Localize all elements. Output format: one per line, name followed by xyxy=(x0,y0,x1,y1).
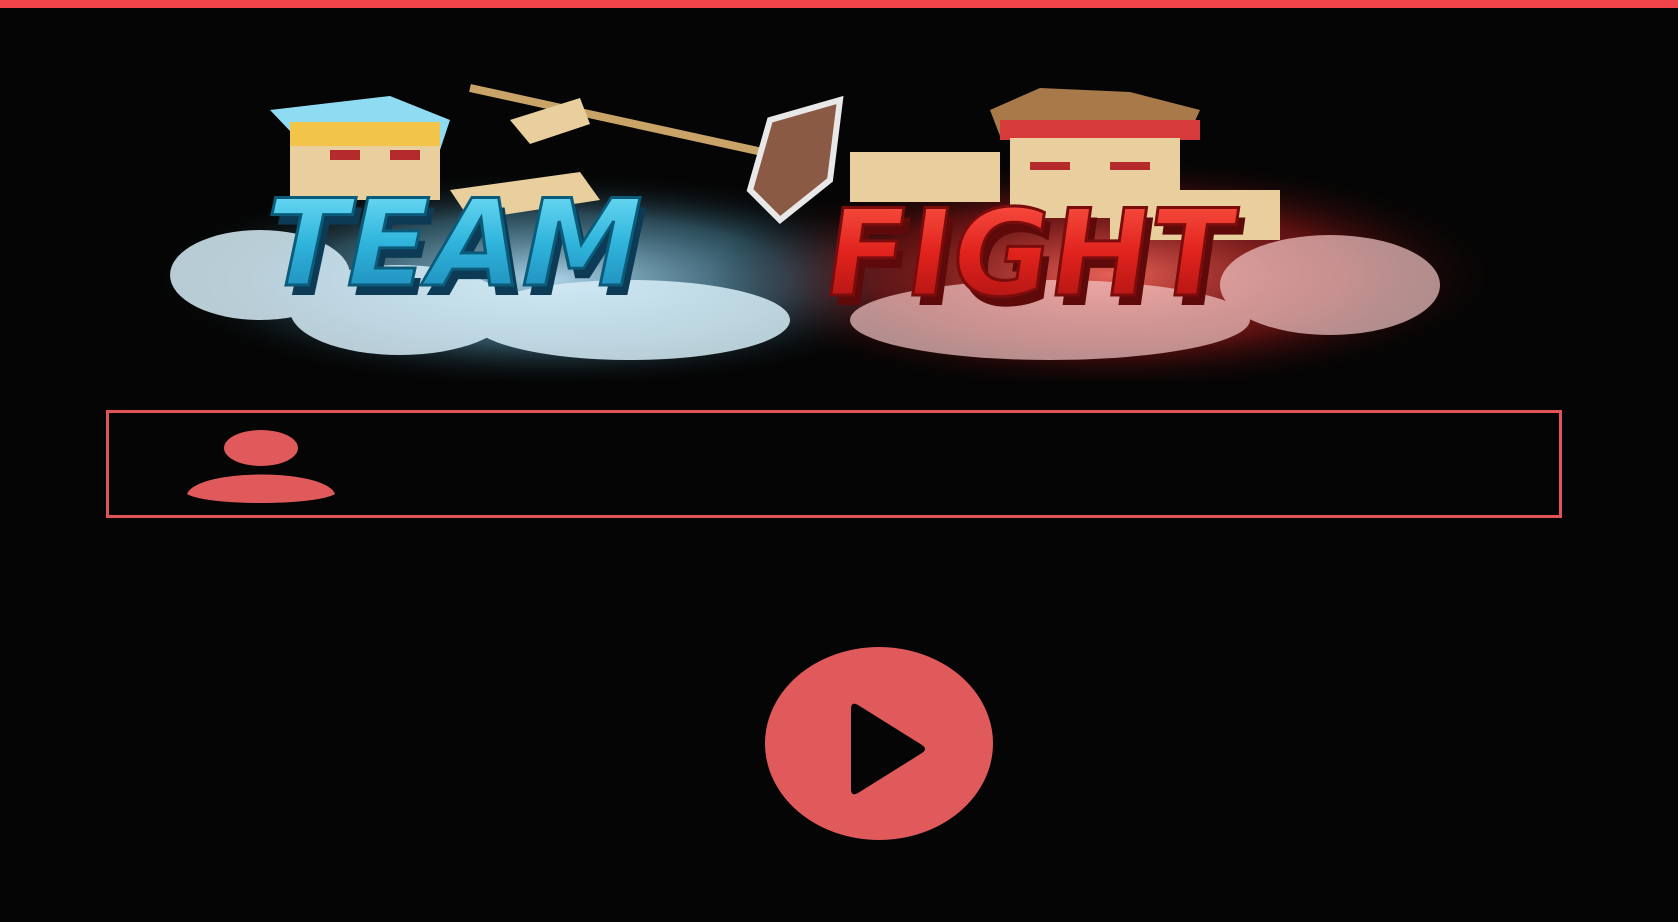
logo-word-team: TEAM TEAM xyxy=(249,172,662,324)
play-button[interactable] xyxy=(765,647,993,840)
logo-word-fight: FIGHT FIGHT xyxy=(814,183,1249,334)
player-name-field[interactable] xyxy=(106,410,1562,518)
top-accent-bar xyxy=(0,0,1678,8)
play-icon xyxy=(851,703,925,795)
game-logo: TEAM TEAM FIGHT FIGHT xyxy=(150,80,1490,380)
game-logo-art: TEAM TEAM FIGHT FIGHT xyxy=(150,84,1490,380)
svg-text:TEAM: TEAM xyxy=(250,173,656,313)
svg-text:FIGHT: FIGHT xyxy=(816,185,1243,324)
player-name-input[interactable] xyxy=(371,433,1525,499)
user-icon xyxy=(185,430,337,506)
